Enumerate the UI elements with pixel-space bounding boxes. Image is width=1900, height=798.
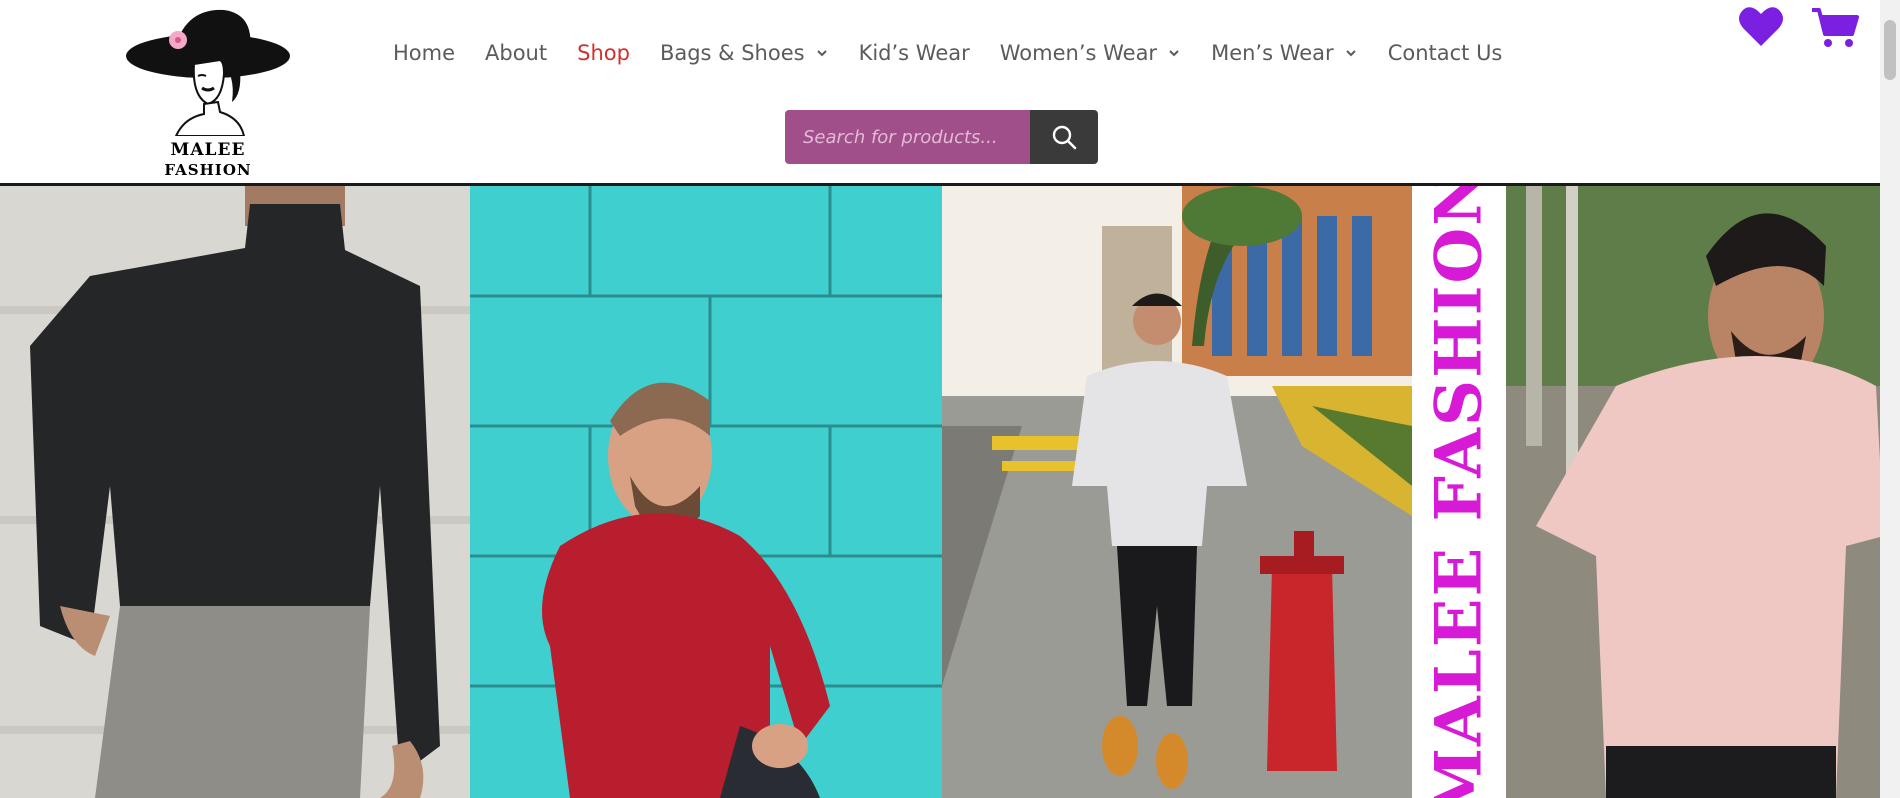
- logo-name-line2: FASHION: [164, 161, 252, 179]
- search-button[interactable]: [1030, 110, 1098, 164]
- brand-vertical-label: MALEE FASHION: [1421, 186, 1497, 798]
- nav-label: About: [485, 41, 548, 65]
- banner-brand-vertical-text: MALEE FASHION: [1412, 186, 1506, 798]
- brand-logo[interactable]: MALEE FASHION: [124, 4, 292, 179]
- nav-item-mens-wear[interactable]: Men’s Wear: [1211, 41, 1358, 65]
- model-red-sweater-image: [470, 186, 942, 798]
- chevron-down-icon: [816, 50, 827, 57]
- model-pink-tshirt-image: [1506, 186, 1884, 798]
- site-header: MALEE FASHION Home About Shop Bags & Sho…: [0, 0, 1880, 184]
- nav-item-shop[interactable]: Shop: [577, 41, 630, 65]
- nav-item-bags-shoes[interactable]: Bags & Shoes: [660, 41, 829, 65]
- logo-lady-hat-icon: [126, 9, 290, 137]
- heart-icon[interactable]: [1737, 4, 1785, 48]
- chevron-down-icon: [1169, 50, 1179, 57]
- search-input[interactable]: [785, 110, 1030, 164]
- nav-label: Kid’s Wear: [858, 41, 970, 65]
- cart-icon[interactable]: [1810, 6, 1860, 48]
- nav-item-contact-us[interactable]: Contact Us: [1388, 41, 1503, 65]
- page-scrollbar[interactable]: [1880, 0, 1900, 798]
- model-street-hydrant-image: [942, 186, 1412, 798]
- nav-label: Contact Us: [1387, 41, 1503, 65]
- nav-label: Home: [393, 41, 456, 65]
- logo-name-line1: MALEE: [170, 140, 246, 160]
- nav-item-womens-wear[interactable]: Women’s Wear: [1000, 41, 1181, 65]
- nav-item-kids-wear[interactable]: Kid’s Wear: [859, 41, 970, 65]
- product-search: [785, 110, 1098, 164]
- hero-banner: [0, 186, 1884, 798]
- nav-item-about[interactable]: About: [485, 41, 547, 65]
- nav-item-home[interactable]: Home: [393, 41, 455, 65]
- chevron-down-icon: [1345, 50, 1356, 57]
- nav-label: Women’s Wear: [999, 41, 1158, 65]
- scrollbar-thumb[interactable]: [1884, 20, 1896, 80]
- search-icon: [1052, 125, 1077, 150]
- banner-panel-street: [942, 186, 1412, 798]
- main-nav: Home About Shop Bags & Shoes Kid’s Wear …: [393, 38, 1532, 68]
- nav-label: Bags & Shoes: [659, 41, 805, 65]
- model-black-sweater-image: [0, 186, 470, 798]
- nav-label: Shop: [577, 41, 630, 65]
- banner-panel-red-sweater: [470, 186, 942, 798]
- banner-panel-black-sweater: [0, 186, 470, 798]
- banner-panel-pink-tshirt: [1506, 186, 1884, 798]
- nav-label: Men’s Wear: [1211, 41, 1334, 65]
